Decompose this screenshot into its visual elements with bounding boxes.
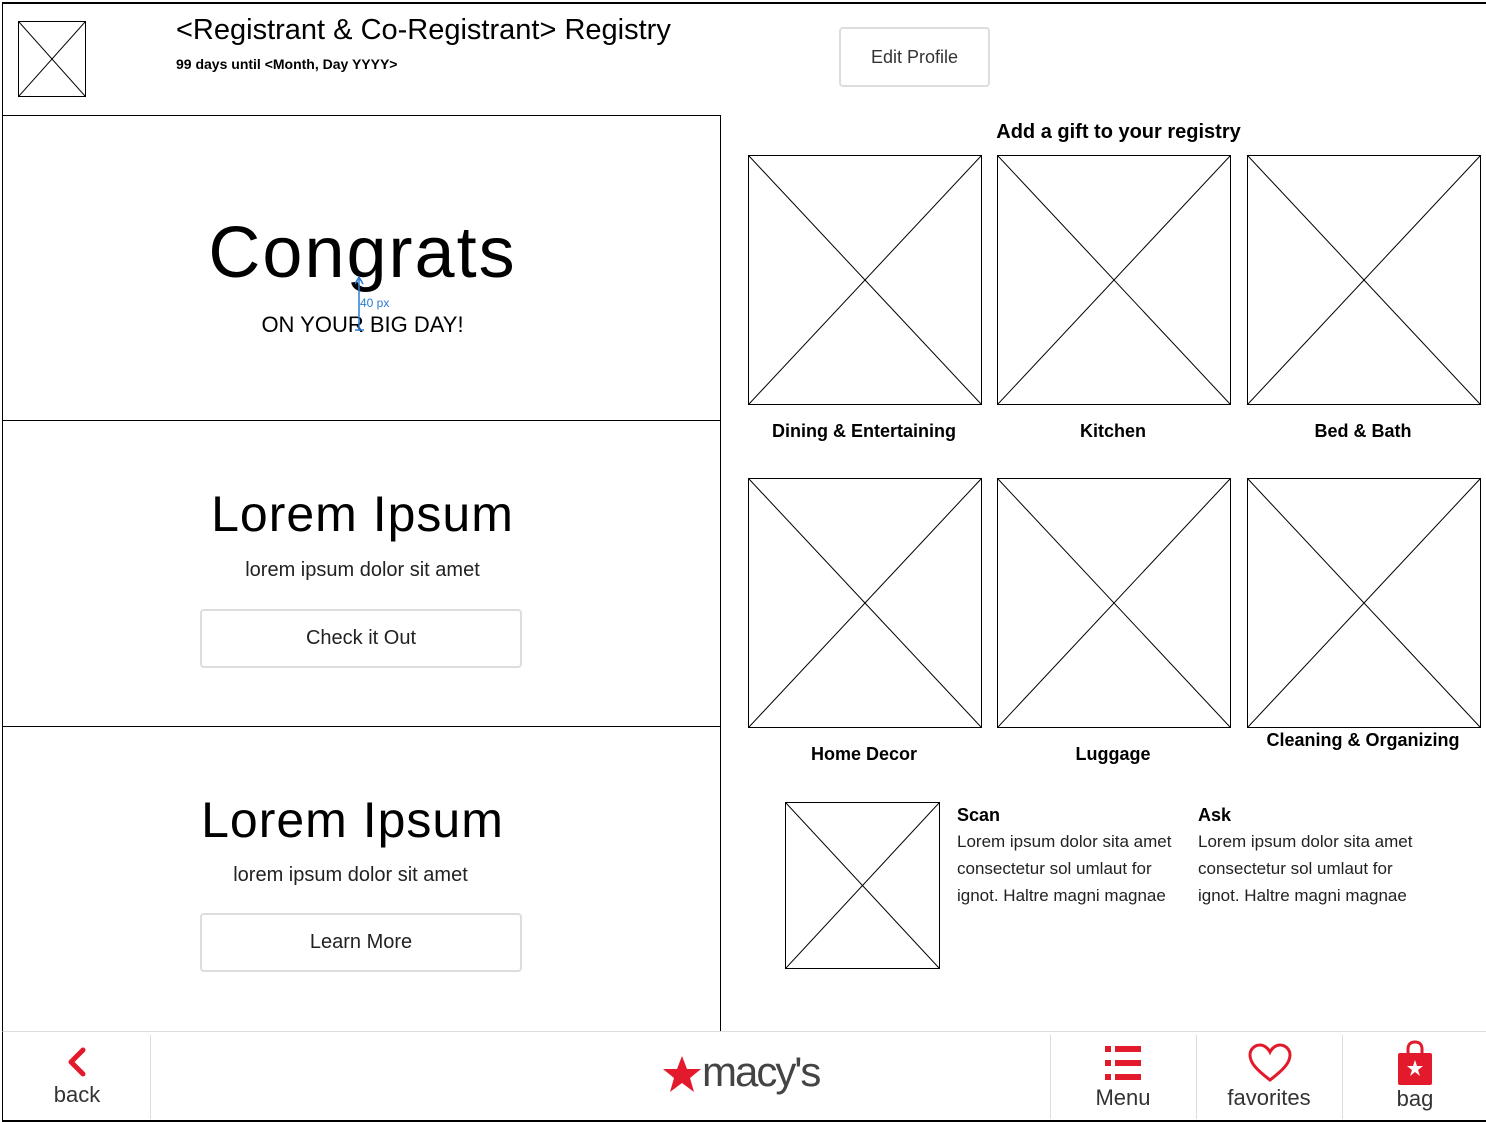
macys-logo[interactable]: macy's <box>662 1048 842 1100</box>
back-button[interactable]: back <box>4 1035 150 1119</box>
category-label-cleaning[interactable]: Cleaning & Organizing <box>1258 727 1468 754</box>
promo-title: Lorem Ipsum <box>201 792 504 848</box>
promo-title: Lorem Ipsum <box>211 486 514 542</box>
favorites-button[interactable]: favorites <box>1196 1035 1342 1119</box>
favorites-label: favorites <box>1227 1085 1311 1110</box>
bag-label: bag <box>1396 1086 1434 1111</box>
brand-wordmark: macy's <box>702 1048 821 1095</box>
spacing-annotation-label: 40 px <box>360 296 390 310</box>
category-image-placeholder[interactable] <box>1247 478 1481 728</box>
bag-button[interactable]: bag <box>1342 1035 1486 1119</box>
ask-title: Ask <box>1198 805 1232 825</box>
back-label: back <box>53 1082 101 1107</box>
star-icon <box>663 1056 701 1092</box>
category-image-placeholder[interactable] <box>748 478 982 728</box>
page-title: <Registrant & Co-Registrant> Registry <box>176 14 671 46</box>
heart-icon <box>1248 1043 1292 1082</box>
check-it-out-button[interactable]: Check it Out <box>200 609 522 668</box>
list-icon <box>1105 1046 1141 1080</box>
promo-subtitle: lorem ipsum dolor sit amet <box>245 559 480 581</box>
category-image-placeholder[interactable] <box>997 478 1231 728</box>
category-image-placeholder[interactable] <box>1247 155 1481 405</box>
category-label-bed-bath[interactable]: Bed & Bath <box>1243 418 1483 445</box>
scan-description: Lorem ipsum dolor sita amet consectetur … <box>957 832 1172 905</box>
event-countdown: 99 days until <Month, Day YYYY> <box>176 56 398 72</box>
chevron-left-icon <box>68 1047 86 1077</box>
learn-more-button[interactable]: Learn More <box>200 913 522 972</box>
category-label-kitchen[interactable]: Kitchen <box>993 418 1233 445</box>
congrats-panel: Congrats ON YOUR BIG DAY! 40 px <box>2 115 721 421</box>
promo-panel: Lorem Ipsum lorem ipsum dolor sit amet C… <box>2 420 721 727</box>
promo-panel: Lorem Ipsum lorem ipsum dolor sit amet L… <box>2 726 721 1032</box>
scan-image-placeholder <box>785 802 940 969</box>
category-label-home-decor[interactable]: Home Decor <box>744 741 984 768</box>
category-image-placeholder[interactable] <box>748 155 982 405</box>
edit-profile-button[interactable]: Edit Profile <box>839 27 990 87</box>
ask-description: Lorem ipsum dolor sita amet consectetur … <box>1198 832 1413 905</box>
category-image-placeholder[interactable] <box>997 155 1231 405</box>
menu-button[interactable]: Menu <box>1050 1035 1196 1119</box>
registry-logo-placeholder <box>18 21 86 97</box>
category-label-dining[interactable]: Dining & Entertaining <box>744 418 984 445</box>
scan-title: Scan <box>957 805 1001 825</box>
menu-label: Menu <box>1095 1085 1151 1110</box>
gift-section-heading: Add a gift to your registry <box>996 121 1241 143</box>
category-label-luggage[interactable]: Luggage <box>993 741 1233 768</box>
promo-subtitle: lorem ipsum dolor sit amet <box>233 864 468 886</box>
shopping-bag-icon <box>1398 1040 1432 1085</box>
